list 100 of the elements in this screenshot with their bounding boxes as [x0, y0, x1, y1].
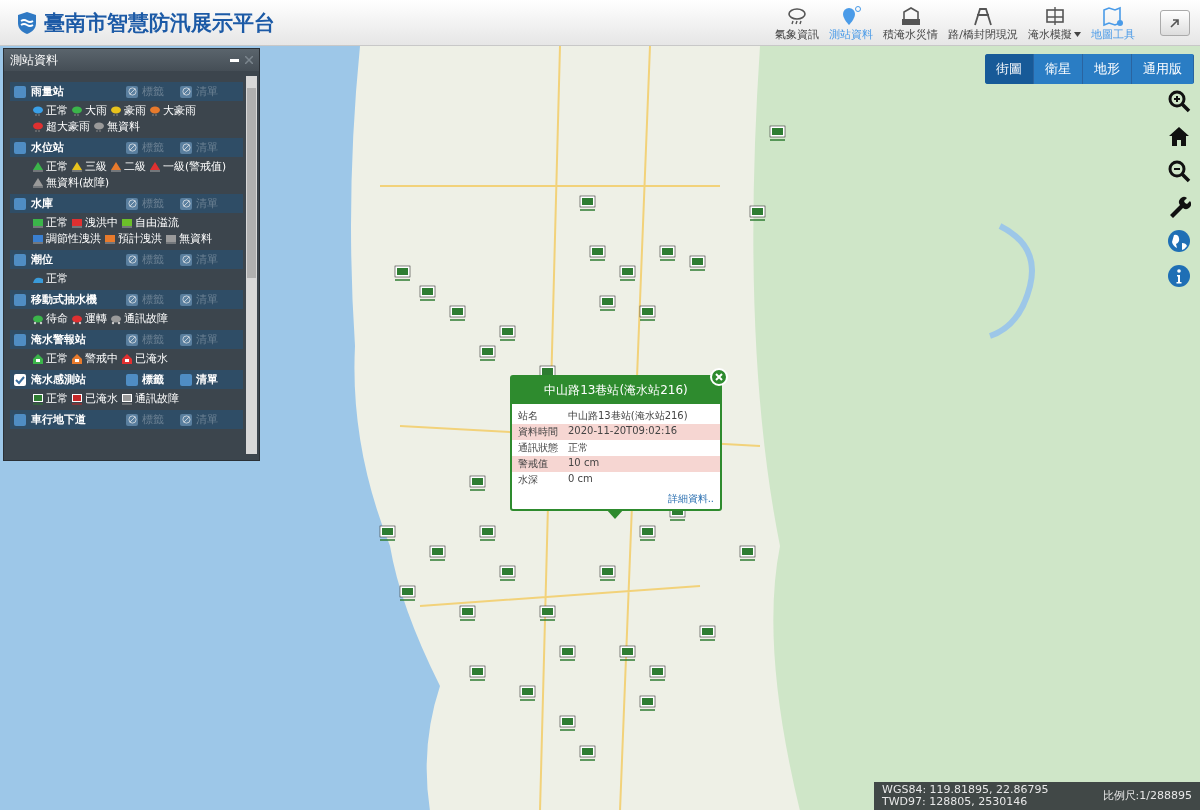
triangle-icon [32, 162, 44, 172]
layer-label: 車行地下道 [31, 412, 87, 427]
station-marker[interactable] [429, 545, 446, 561]
triangle-icon [149, 162, 161, 172]
scrollbar[interactable] [246, 76, 257, 454]
station-marker[interactable] [639, 695, 656, 711]
legend-label: 無資料(故障) [46, 176, 110, 190]
list-toggle[interactable]: 清單 [180, 372, 234, 387]
layer-checkbox[interactable] [14, 253, 26, 266]
label-toggle[interactable]: 標籤 [126, 372, 180, 387]
zoom-in-button[interactable] [1166, 88, 1192, 114]
app-title: 臺南市智慧防汛展示平台 [44, 9, 275, 37]
layer-checkbox[interactable] [14, 373, 26, 386]
station-marker[interactable] [639, 305, 656, 321]
zoom-out-button[interactable] [1166, 158, 1192, 184]
legend-label: 超大豪雨 [46, 120, 90, 134]
map-icon [1101, 5, 1125, 27]
station-marker[interactable] [699, 625, 716, 641]
cloud-icon [94, 122, 104, 133]
dam-icon [165, 235, 177, 244]
station-marker[interactable] [449, 305, 466, 321]
field-label: 通訊狀態 [518, 441, 559, 455]
station-marker[interactable] [519, 685, 536, 701]
legend-label: 正常 [46, 104, 68, 118]
layer-label: 水位站 [31, 140, 65, 155]
station-marker[interactable] [599, 295, 616, 311]
house-icon [33, 354, 43, 364]
station-marker[interactable] [689, 255, 706, 271]
station-marker[interactable] [459, 605, 476, 621]
station-marker[interactable] [619, 645, 636, 661]
nav-tab[interactable]: 淹水模擬 [1025, 5, 1084, 45]
layer-checkbox[interactable] [14, 333, 26, 346]
station-marker[interactable] [419, 285, 436, 301]
disabled-icon [127, 415, 137, 424]
station-marker[interactable] [649, 665, 666, 681]
station-marker[interactable] [379, 525, 396, 541]
layer-checkbox[interactable] [14, 197, 26, 210]
legend-label: 調節性洩洪 [46, 232, 101, 246]
popup-title: 中山路13巷站(淹水站216) [512, 377, 720, 404]
dam-icon [71, 219, 83, 228]
station-marker[interactable] [499, 325, 516, 341]
station-marker[interactable] [619, 265, 636, 281]
station-marker[interactable] [539, 605, 556, 621]
station-marker[interactable] [394, 265, 411, 281]
station-marker[interactable] [659, 245, 676, 261]
basemap-tab[interactable]: 通用版 [1132, 54, 1194, 84]
layer-checkbox[interactable] [14, 85, 26, 98]
station-marker[interactable] [559, 645, 576, 661]
nav-tab[interactable]: 積淹水災情 [880, 5, 942, 45]
close-icon [715, 373, 723, 381]
legend-label: 洩洪中 [85, 216, 118, 230]
twd97-coordinates: TWD97: 128805, 2530146 [882, 796, 1029, 808]
legend-label: 待命 [46, 312, 68, 326]
station-marker[interactable] [639, 525, 656, 541]
sensor-icon [71, 394, 83, 405]
layer-label: 淹水感測站 [31, 372, 87, 387]
layer-checkbox[interactable] [14, 413, 26, 426]
minimize-icon[interactable] [230, 58, 239, 62]
station-marker[interactable] [579, 745, 596, 761]
layer-checkbox[interactable] [14, 293, 26, 306]
station-marker[interactable] [399, 585, 416, 601]
layer-label: 潮位 [31, 252, 54, 267]
details-link[interactable]: 詳細資料.. [512, 488, 720, 509]
wave-icon [33, 277, 43, 283]
station-marker[interactable] [589, 245, 606, 261]
station-marker[interactable] [469, 665, 486, 681]
info-button[interactable] [1166, 263, 1192, 289]
nav-tab[interactable]: 測站資料 [826, 5, 877, 45]
legend-label: 無資料 [179, 232, 212, 246]
station-marker[interactable] [479, 345, 496, 361]
station-marker[interactable] [739, 545, 756, 561]
station-marker[interactable] [469, 475, 486, 491]
basemap-tab[interactable]: 衛星 [1034, 54, 1083, 84]
disabled-icon [127, 295, 137, 304]
station-marker[interactable] [559, 715, 576, 731]
basemap-tab[interactable]: 街圖 [985, 54, 1034, 84]
station-marker[interactable] [579, 195, 596, 211]
station-marker[interactable] [769, 125, 786, 141]
disabled-icon [127, 255, 137, 264]
nav-tab[interactable]: 地圖工具 [1088, 5, 1138, 45]
nav-tab[interactable]: 路/橋封閉現況 [945, 5, 1021, 45]
legend-label: 正常 [46, 392, 68, 406]
station-marker[interactable] [599, 565, 616, 581]
house-icon [122, 354, 132, 364]
dam-icon [121, 219, 133, 228]
exit-button[interactable] [1160, 9, 1190, 36]
legend-label: 正常 [46, 160, 68, 174]
dam-icon [32, 235, 44, 244]
basemap-tab[interactable]: 地形 [1083, 54, 1132, 84]
field-value: 10 cm [568, 457, 600, 470]
field-value: 0 cm [568, 473, 593, 486]
legend-label: 二級 [124, 160, 146, 174]
legend-label: 已淹水 [135, 352, 168, 366]
sensor-icon [121, 394, 133, 405]
layer-checkbox[interactable] [14, 141, 26, 154]
nav-tab[interactable]: 氣象資訊 [772, 5, 823, 45]
station-marker[interactable] [499, 565, 516, 581]
station-marker[interactable] [749, 205, 766, 221]
globe-button[interactable] [1166, 228, 1192, 254]
station-marker[interactable] [479, 525, 496, 541]
